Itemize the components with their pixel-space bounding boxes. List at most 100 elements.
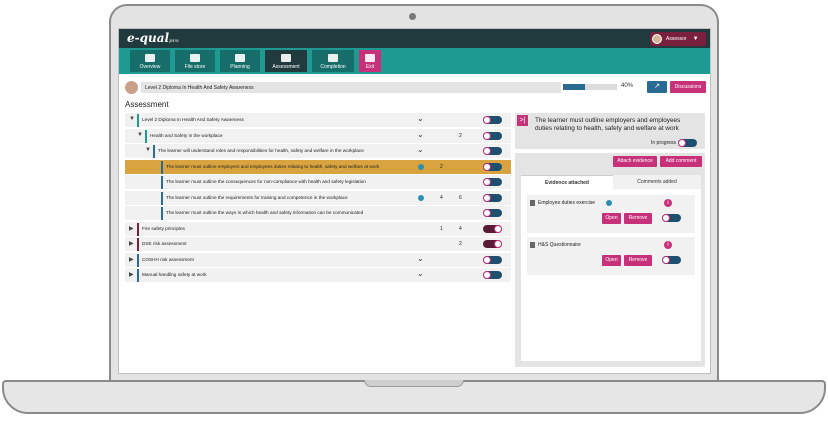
- list-item[interactable]: ▼ Level 2 Diploma In Health And Safety Aw…: [125, 113, 511, 128]
- criteria-header: >| The learner must outline employers an…: [515, 113, 705, 149]
- status-toggle[interactable]: [483, 271, 502, 279]
- caret-down-icon[interactable]: ▼: [145, 147, 151, 153]
- tab-evidence-attached[interactable]: Evidence attached: [521, 175, 613, 189]
- laptop-notch: [364, 380, 464, 387]
- row-label: Fire safety principles: [142, 225, 185, 231]
- open-button[interactable]: Open: [602, 213, 621, 224]
- level-indicator: [161, 160, 163, 174]
- remove-button[interactable]: Remove: [624, 213, 652, 224]
- level-indicator: [137, 222, 139, 236]
- toggle-knob: [483, 116, 491, 124]
- chevron-down-icon[interactable]: ⌄: [417, 145, 424, 154]
- status-toggle[interactable]: [483, 116, 502, 124]
- status-toggle[interactable]: [483, 193, 502, 202]
- chevron-down-icon: ▼: [692, 36, 699, 42]
- discussions-button[interactable]: Discussions: [670, 81, 706, 93]
- tab-label: Completion: [320, 64, 346, 70]
- chevron-down-icon[interactable]: ⌄: [417, 254, 424, 263]
- caret-right-icon[interactable]: ▶: [129, 240, 134, 247]
- list-item[interactable]: ▶ DSE risk assessment 2: [125, 237, 511, 252]
- evidence-section: Attach evidence Add comment Evidence att…: [515, 153, 705, 367]
- toggle-knob: [483, 255, 491, 264]
- caret-right-icon[interactable]: ▶: [129, 271, 134, 278]
- status-text: In progress: [651, 140, 677, 146]
- remove-button[interactable]: Remove: [624, 255, 652, 266]
- status-toggle[interactable]: [483, 162, 502, 171]
- level-indicator: [161, 191, 163, 205]
- main-nav: Overview File store Planning Assessment …: [119, 48, 710, 74]
- chevron-down-icon[interactable]: ⌄: [417, 114, 424, 123]
- row-label: The learner must outline the requirement…: [166, 194, 348, 200]
- level-indicator: [137, 114, 139, 127]
- tab-assessment[interactable]: Assessment: [265, 50, 307, 72]
- level-indicator: [153, 145, 155, 158]
- user-menu[interactable]: Assessor ▼: [650, 32, 706, 46]
- attach-evidence-button[interactable]: Attach evidence: [613, 156, 657, 167]
- status-dot: [418, 163, 424, 170]
- tab-file-store[interactable]: File store: [175, 50, 215, 72]
- level-indicator: [145, 129, 147, 143]
- criteria-title: The learner must outline employers and e…: [535, 117, 681, 132]
- status-toggle[interactable]: [483, 224, 502, 233]
- level-indicator: [161, 207, 163, 220]
- avatar: [652, 34, 662, 44]
- list-item[interactable]: ▼ The learner will understand roles and r…: [125, 144, 511, 159]
- status-toggle[interactable]: [483, 255, 502, 264]
- app-header: e-qualpro Assessor ▼: [119, 29, 710, 48]
- trend-button[interactable]: ↗: [647, 81, 667, 93]
- list-item[interactable]: ▼ Health and Safety in the workplace 2 ⌄: [125, 128, 511, 144]
- logo-sup: pro: [169, 38, 179, 44]
- caret-down-icon[interactable]: ▼: [129, 116, 135, 122]
- criteria-panel: >| The learner must outline employers an…: [515, 113, 705, 367]
- row-label: Level 2 Diploma In Health And Safety Awa…: [142, 117, 244, 122]
- tab-completion[interactable]: Completion: [312, 50, 354, 72]
- tab-exit[interactable]: Exit: [359, 50, 381, 72]
- status-toggle[interactable]: [483, 147, 502, 155]
- info-icon[interactable]: i: [664, 199, 672, 207]
- status-toggle[interactable]: [483, 178, 502, 186]
- level-indicator: [161, 176, 163, 189]
- list-item[interactable]: ▶ Fire safety principles 1 4: [125, 221, 511, 237]
- tab-overview[interactable]: Overview: [130, 50, 170, 72]
- logo-text: e-qual: [127, 31, 170, 45]
- avatar: [125, 81, 138, 94]
- evidence-list: Employee duties exercise i Open Remove H…: [521, 189, 701, 361]
- list-item[interactable]: The learner must outline the requirement…: [125, 190, 511, 206]
- info-icon[interactable]: i: [664, 241, 672, 249]
- chevron-down-icon[interactable]: ⌄: [417, 269, 424, 278]
- tab-planning[interactable]: Planning: [220, 50, 260, 72]
- status-toggle[interactable]: [678, 139, 697, 147]
- evidence-toggle[interactable]: [662, 214, 681, 222]
- evidence-toggle[interactable]: [662, 256, 681, 264]
- course-title: Level 2 Diploma In Health And Safety Awa…: [141, 82, 561, 93]
- toggle-knob: [483, 147, 491, 155]
- open-button[interactable]: Open: [602, 255, 621, 266]
- row-label: COSHH risk assessment: [142, 256, 194, 262]
- list-item[interactable]: ▶ Manual handling safety at work ⌄: [125, 268, 511, 283]
- row-label: The learner must outline the consequence…: [166, 179, 366, 184]
- assessment-icon: [281, 54, 291, 62]
- row-label: DSE risk assessment: [142, 241, 187, 246]
- tab-comments-added[interactable]: Comments added: [613, 175, 701, 189]
- evidence-name: H&S Questionnaire: [538, 242, 581, 248]
- toggle-knob: [662, 214, 670, 222]
- list-item[interactable]: The learner must outline the ways in whi…: [125, 206, 511, 221]
- toggle-knob: [494, 240, 502, 248]
- add-comment-button[interactable]: Add comment: [660, 156, 702, 167]
- status-toggle[interactable]: [483, 240, 502, 248]
- section-title: Assessment: [125, 100, 169, 109]
- caret-right-icon[interactable]: ▶: [129, 256, 134, 263]
- status-toggle[interactable]: [483, 209, 502, 217]
- status-toggle[interactable]: [483, 131, 502, 140]
- list-item[interactable]: ▶ COSHH risk assessment ⌄: [125, 252, 511, 268]
- assessment-list: ▼ Level 2 Diploma In Health And Safety Aw…: [125, 113, 511, 299]
- evidence-item: H&S Questionnaire i Open Remove: [527, 237, 695, 275]
- tab-label: Assessment: [272, 64, 300, 70]
- list-item[interactable]: The learner must outline employers and e…: [125, 159, 511, 175]
- caret-right-icon[interactable]: ▶: [129, 225, 134, 232]
- list-item[interactable]: The learner must outline the consequence…: [125, 175, 511, 190]
- logo[interactable]: e-qualpro: [127, 31, 179, 45]
- caret-down-icon[interactable]: ▼: [137, 132, 143, 138]
- collapse-panel-icon[interactable]: >|: [517, 115, 528, 126]
- chevron-down-icon[interactable]: ⌄: [417, 130, 424, 139]
